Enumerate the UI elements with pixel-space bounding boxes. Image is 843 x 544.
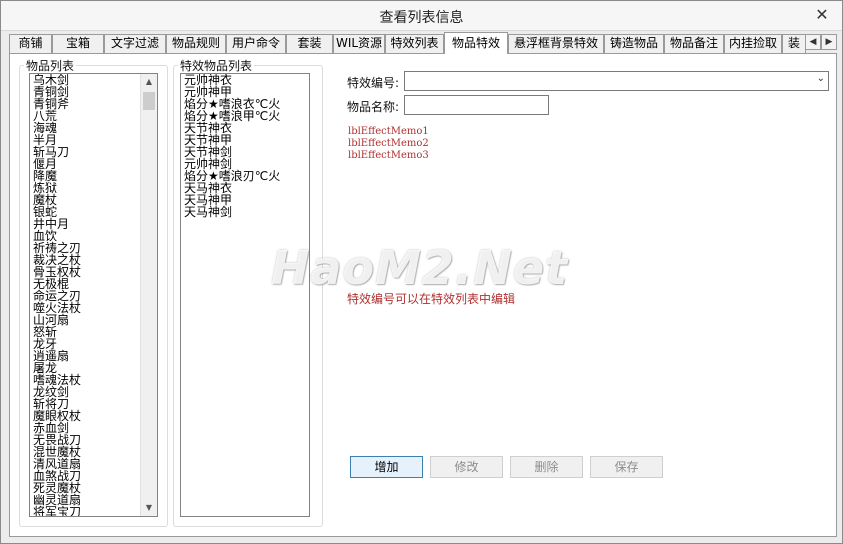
item-list-scrollbar[interactable]: ▲ ▼ [140,74,157,516]
list-item[interactable]: 天马神剑 [181,206,309,218]
scrollbar-thumb[interactable] [143,92,155,110]
title-bar: 查看列表信息 ✕ [1,1,842,31]
save-button[interactable]: 保存 [590,456,663,478]
item-list-legend: 物品列表 [26,59,75,73]
dialog-window: 查看列表信息 ✕ 商铺 宝箱 文字过滤 物品规则 用户命令 套装 WIL资源 特… [0,0,843,544]
effect-memo-2: lblEffectMemo2 [348,138,429,149]
chevron-down-icon[interactable]: ⌄ [817,73,825,84]
scroll-up-icon[interactable]: ▲ [141,74,157,90]
tab-tooltip-bg-effects[interactable]: 悬浮框背景特效 [508,34,604,53]
tab-item-rules[interactable]: 物品规则 [166,34,226,53]
effect-memo-1: lblEffectMemo1 [348,126,429,137]
effect-item-list-legend: 特效物品列表 [180,59,253,73]
tab-truncated[interactable]: 装 [782,34,806,53]
tab-item-notes[interactable]: 物品备注 [664,34,724,53]
tab-item-effects[interactable]: 物品特效 [444,32,508,54]
tab-text-filter[interactable]: 文字过滤 [104,34,166,53]
list-item[interactable]: 将军宝刀 [30,506,157,516]
effect-item-listbox[interactable]: 元帅神衣 元帅神甲 焰分★嗜浪衣℃火 焰分★嗜浪甲℃火 天节神衣 天节神甲 天节神剑 元帅神剑… [180,73,310,517]
tab-wil-resources[interactable]: WIL资源 [333,34,385,53]
edit-button[interactable]: 修改 [430,456,503,478]
effect-item-list-items: 元帅神衣 元帅神甲 焰分★嗜浪衣℃火 焰分★嗜浪甲℃火 天节神衣 天节神甲 天节神剑 元帅神剑… [181,74,309,218]
scroll-down-icon[interactable]: ▼ [141,500,157,516]
tab-scroll-left-icon[interactable]: ◀ [805,34,821,50]
tab-sets[interactable]: 套装 [286,34,333,53]
item-name-input[interactable] [404,95,549,115]
effect-id-hint: 特效编号可以在特效列表中编辑 [347,292,516,306]
add-button[interactable]: 增加 [350,456,423,478]
item-listbox[interactable]: 乌木剑 青铜剑 青铜斧 八荒 海魂 半月 斩马刀 偃月 降魔 炼狱 魔杖 银蛇 井中月 血饮 祈祷之刃 裁决之… [29,73,158,517]
delete-button[interactable]: 删除 [510,456,583,478]
effect-id-select[interactable]: ⌄ [404,71,829,91]
tab-forged-items[interactable]: 铸造物品 [604,34,664,53]
tab-scroll-right-icon[interactable]: ▶ [821,34,837,50]
tab-shop[interactable]: 商铺 [9,34,52,53]
close-icon[interactable]: ✕ [808,4,836,26]
item-list-items: 乌木剑 青铜剑 青铜斧 八荒 海魂 半月 斩马刀 偃月 降魔 炼狱 魔杖 银蛇 井中月 血饮 祈祷之刃 裁决之… [30,74,157,516]
tab-effect-list[interactable]: 特效列表 [385,34,444,53]
tab-strip: 商铺 宝箱 文字过滤 物品规则 用户命令 套装 WIL资源 特效列表 物品特效 … [9,32,837,54]
effect-memo-3: lblEffectMemo3 [348,150,429,161]
tab-user-commands[interactable]: 用户命令 [226,34,286,53]
tab-auto-pickup[interactable]: 内挂捡取 [724,34,782,53]
window-title: 查看列表信息 [379,10,464,26]
tab-treasure-box[interactable]: 宝箱 [52,34,104,53]
tab-content-panel: 物品列表 乌木剑 青铜剑 青铜斧 八荒 海魂 半月 斩马刀 偃月 降魔 炼狱 魔杖 银蛇 井中月 血饮 祈祷… [9,53,837,537]
effect-id-label: 特效编号: [347,76,400,90]
item-name-label: 物品名称: [347,100,400,114]
